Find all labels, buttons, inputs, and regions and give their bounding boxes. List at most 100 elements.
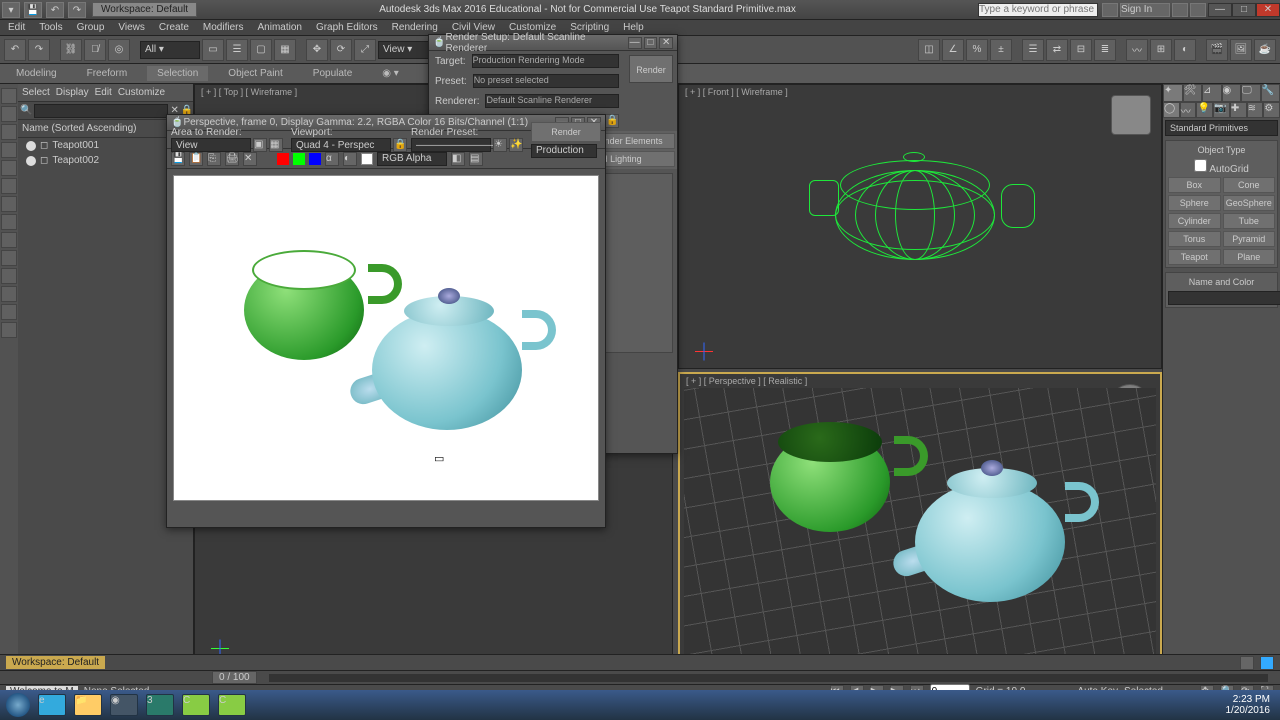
- scale-icon[interactable]: ⤢: [354, 39, 376, 61]
- prim-box-button[interactable]: Box: [1168, 177, 1221, 193]
- menu-views[interactable]: Views: [118, 22, 145, 33]
- scene-menu-display[interactable]: Display: [56, 87, 89, 98]
- cmd-cat-lights-icon[interactable]: 💡: [1196, 102, 1213, 118]
- taskbar-camtasia-icon[interactable]: C: [182, 694, 210, 716]
- area-dropdown[interactable]: View: [171, 138, 251, 152]
- qat-save-icon[interactable]: 💾: [24, 2, 42, 18]
- cmd-cat-shapes-icon[interactable]: 〰: [1180, 102, 1197, 118]
- rendered-frame-window[interactable]: 🍵Perspective, frame 0, Display Gamma: 2.…: [166, 114, 606, 528]
- menu-graph-editors[interactable]: Graph Editors: [316, 22, 378, 33]
- minimize-button[interactable]: —: [1208, 3, 1232, 17]
- toggle-icon[interactable]: ◧: [451, 152, 465, 166]
- bind-icon[interactable]: ◎: [108, 39, 130, 61]
- viewcube[interactable]: [1111, 95, 1151, 135]
- unlink-icon[interactable]: ⛓̸: [84, 39, 106, 61]
- menu-group[interactable]: Group: [77, 22, 105, 33]
- bg-color-icon[interactable]: [361, 153, 373, 165]
- cmd-cat-helpers-icon[interactable]: ✚: [1230, 102, 1247, 118]
- lt-icon[interactable]: [1, 178, 17, 194]
- prim-sphere-button[interactable]: Sphere: [1168, 195, 1221, 211]
- workspace-dropdown[interactable]: Workspace: Default: [92, 2, 197, 17]
- lt-icon[interactable]: [1, 268, 17, 284]
- prim-tube-button[interactable]: Tube: [1223, 213, 1276, 229]
- cmd-tab-create-icon[interactable]: ✦: [1163, 84, 1183, 102]
- align-icon[interactable]: ⊟: [1070, 39, 1092, 61]
- rotate-icon[interactable]: ⟳: [330, 39, 352, 61]
- taskbar-3dsmax-icon[interactable]: 3: [146, 694, 174, 716]
- menu-create[interactable]: Create: [159, 22, 189, 33]
- close-icon[interactable]: ✕: [659, 37, 673, 49]
- save-image-icon[interactable]: 💾: [171, 152, 185, 166]
- curve-editor-icon[interactable]: 〰: [1126, 39, 1148, 61]
- lock-view-icon[interactable]: 🔒: [605, 114, 619, 128]
- render-setup-icon[interactable]: 🎬: [1206, 39, 1228, 61]
- ribbon-tab-populate[interactable]: Populate: [303, 66, 362, 81]
- autogrid-checkbox[interactable]: [1194, 159, 1207, 172]
- overlay-icon[interactable]: ▤: [469, 152, 483, 166]
- render-button[interactable]: Render: [531, 122, 601, 142]
- window-crossing-icon[interactable]: ▦: [274, 39, 296, 61]
- angle-snap-icon[interactable]: ∠: [942, 39, 964, 61]
- cmd-tab-modify-icon[interactable]: 🛠: [1183, 84, 1203, 102]
- lt-icon[interactable]: [1, 106, 17, 122]
- scene-menu-select[interactable]: Select: [22, 87, 50, 98]
- lock-icon[interactable]: 🔒: [393, 138, 407, 152]
- close-button[interactable]: ✕: [1256, 3, 1280, 17]
- ribbon-tab-selection[interactable]: Selection: [147, 66, 208, 81]
- render-button[interactable]: Render: [629, 55, 673, 83]
- scene-menu-customize[interactable]: Customize: [118, 87, 165, 98]
- channel-red-icon[interactable]: [277, 153, 289, 165]
- render-production-icon[interactable]: ☕: [1254, 39, 1276, 61]
- clone-icon[interactable]: ⎘: [207, 152, 221, 166]
- cmd-cat-systems-icon[interactable]: ⚙: [1263, 102, 1280, 118]
- primitive-category-dropdown[interactable]: Standard Primitives: [1165, 120, 1278, 136]
- ribbon-tab-freeform[interactable]: Freeform: [77, 66, 138, 81]
- lt-icon[interactable]: [1, 124, 17, 140]
- taskbar-ie-icon[interactable]: e: [38, 694, 66, 716]
- teapot-green[interactable]: [770, 414, 910, 534]
- fx-icon[interactable]: ✨: [509, 138, 523, 152]
- prim-pyramid-button[interactable]: Pyramid: [1223, 231, 1276, 247]
- snap-toggle-icon[interactable]: ◫: [918, 39, 940, 61]
- viewport-label[interactable]: [ + ] [ Top ] [ Wireframe ]: [201, 87, 297, 97]
- cmd-tab-hierarchy-icon[interactable]: ⊿: [1202, 84, 1222, 102]
- material-editor-icon[interactable]: ◐: [1174, 39, 1196, 61]
- menu-animation[interactable]: Animation: [257, 22, 301, 33]
- layers-icon[interactable]: ≣: [1094, 39, 1116, 61]
- viewport-dropdown[interactable]: Quad 4 - Perspec: [291, 138, 391, 152]
- copy-image-icon[interactable]: 📋: [189, 152, 203, 166]
- cmd-tab-utilities-icon[interactable]: 🔧: [1261, 84, 1280, 102]
- prim-cylinder-button[interactable]: Cylinder: [1168, 213, 1221, 229]
- link-icon[interactable]: ⛓: [60, 39, 82, 61]
- channel-green-icon[interactable]: [293, 153, 305, 165]
- renderer-dropdown[interactable]: Default Scanline Renderer: [485, 94, 619, 108]
- lt-icon[interactable]: [1, 142, 17, 158]
- lt-icon[interactable]: [1, 250, 17, 266]
- render-output-canvas[interactable]: ▭: [173, 175, 599, 501]
- lt-icon[interactable]: [1, 286, 17, 302]
- select-by-name-icon[interactable]: ☰: [226, 39, 248, 61]
- menu-rendering[interactable]: Rendering: [392, 22, 438, 33]
- ws-icon[interactable]: [1240, 656, 1254, 670]
- ribbon-tab-object-paint[interactable]: Object Paint: [218, 66, 292, 81]
- schematic-view-icon[interactable]: ⊞: [1150, 39, 1172, 61]
- ws-icon[interactable]: [1260, 656, 1274, 670]
- taskbar-explorer-icon[interactable]: 📁: [74, 694, 102, 716]
- print-icon[interactable]: 🖨: [225, 152, 239, 166]
- lt-icon[interactable]: [1, 196, 17, 212]
- named-selection-icon[interactable]: ☰: [1022, 39, 1044, 61]
- system-clock[interactable]: 2:23 PM1/20/2016: [1226, 694, 1275, 716]
- viewport-label[interactable]: [ + ] [ Perspective ] [ Realistic ]: [686, 376, 807, 386]
- taskbar-chrome-icon[interactable]: ◉: [110, 694, 138, 716]
- redo-icon[interactable]: ↷: [28, 39, 50, 61]
- ribbon-tab-modeling[interactable]: Modeling: [6, 66, 67, 81]
- teapot-blue[interactable]: [915, 454, 1085, 604]
- search-icon[interactable]: [1102, 3, 1118, 17]
- minimize-icon[interactable]: —: [628, 37, 642, 49]
- maximize-button[interactable]: □: [1232, 3, 1256, 17]
- maximize-icon[interactable]: □: [644, 37, 658, 49]
- select-object-icon[interactable]: ▭: [202, 39, 224, 61]
- selection-filter-dropdown[interactable]: All ▾: [140, 41, 200, 59]
- cmd-cat-geometry-icon[interactable]: ◯: [1163, 102, 1180, 118]
- lt-icon[interactable]: [1, 232, 17, 248]
